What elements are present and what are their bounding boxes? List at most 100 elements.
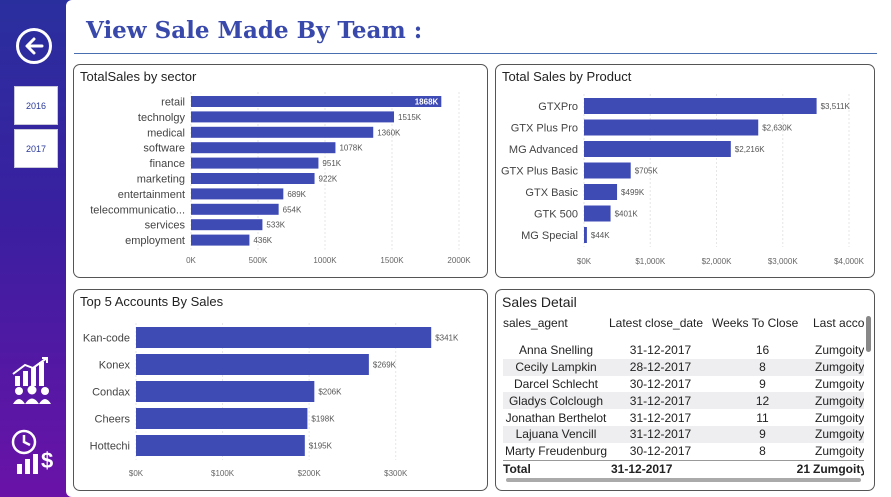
cell-sales-agent: Darcel Schlecht: [513, 376, 599, 391]
data-label: 922K: [319, 175, 338, 184]
category-label: employment: [125, 235, 185, 247]
cell-close-date: 31-12-2017: [629, 393, 692, 408]
table-row[interactable]: Jonathan Berthelot 31-12-2017 11 Zumgoity: [503, 409, 864, 426]
data-label: 436K: [253, 236, 272, 245]
bar: [584, 162, 631, 179]
category-label: marketing: [137, 174, 185, 186]
col-last-account[interactable]: Last acco ▼: [813, 316, 864, 330]
col-last-account-label: Last acco: [813, 316, 864, 330]
data-label: $269K: [373, 361, 397, 370]
category-label: finance: [150, 158, 185, 170]
category-label: services: [145, 220, 186, 232]
cell-account: Zumgoity: [815, 427, 864, 442]
table-row[interactable]: Gladys Colclough 31-12-2017 12 Zumgoity: [503, 392, 864, 410]
year-2017-button[interactable]: 2017: [14, 129, 58, 168]
horizontal-scrollbar[interactable]: [506, 478, 861, 482]
bar: [136, 354, 369, 375]
data-label: 1515K: [398, 113, 422, 122]
sales-time-money-icon[interactable]: $: [11, 428, 55, 481]
table-row[interactable]: Marty Freudenburg 30-12-2017 8 Zumgoity: [503, 443, 864, 460]
cell-close-date: 30-12-2017: [629, 444, 692, 459]
data-label: 1360K: [377, 128, 401, 137]
product-chart: $0K $1,000K $2,000K $3,000K $4,000K GTXPro $3,…: [501, 94, 865, 266]
cell-weeks: 11: [756, 410, 769, 425]
back-arrow-icon[interactable]: [16, 28, 52, 64]
bar: [191, 203, 279, 215]
year-2016-button[interactable]: 2016: [14, 86, 58, 125]
vertical-scrollbar[interactable]: [866, 316, 871, 352]
data-label: 654K: [283, 205, 302, 214]
x-tick-label: $2,000K: [702, 257, 732, 266]
bar: [584, 141, 731, 157]
cell-close-date: 28-12-2017: [629, 360, 692, 375]
table-row[interactable]: Darcel Schlecht 30-12-2017 9 Zumgoity: [503, 376, 864, 393]
bar: [191, 219, 263, 231]
data-label: $206K: [318, 388, 342, 397]
data-label: $705K: [635, 167, 659, 176]
product-chart-card: Total Sales by Product $0K $1,000K $2,000K…: [495, 64, 875, 278]
team-growth-icon[interactable]: [11, 356, 53, 411]
bar: [584, 184, 618, 200]
cell-account: Zumgoity: [815, 360, 864, 375]
data-label: $198K: [311, 415, 335, 424]
accounts-chart-title: Top 5 Accounts By Sales: [80, 294, 224, 309]
category-label: GTX Basic: [525, 187, 578, 199]
cell-weeks: 12: [755, 393, 770, 408]
cell-close-date: 31-12-2017: [629, 410, 692, 425]
table-row[interactable]: Lajuana Vencill 31-12-2017 9 Zumgoity: [503, 425, 864, 443]
col-sales-agent[interactable]: sales_agent: [503, 316, 609, 330]
table-row[interactable]: Cecily Lampkin 28-12-2017 8 Zumgoity: [503, 358, 864, 376]
svg-text:$: $: [41, 448, 53, 473]
table-total-row: Total 31-12-2017 21 Zumgoity: [503, 459, 864, 478]
data-label: $401K: [615, 210, 639, 219]
bar: [191, 126, 374, 138]
x-tick-label: $1,000K: [635, 257, 665, 266]
data-label: $44K: [591, 231, 610, 240]
total-weeks: 21: [796, 462, 810, 477]
x-tick-label: 1500K: [380, 256, 404, 265]
table-row[interactable]: Anna Snelling 31-12-2017 16 Zumgoity: [503, 342, 864, 359]
col-latest-close-date[interactable]: Latest close_date: [609, 316, 712, 330]
category-label: GTK 500: [534, 209, 578, 221]
bar: [191, 96, 442, 107]
cell-account: Zumgoity: [815, 444, 864, 459]
category-label: medical: [147, 127, 185, 139]
title-divider: [74, 53, 877, 54]
cell-account: Zumgoity: [815, 410, 864, 425]
cell-weeks: 8: [759, 360, 766, 375]
x-tick-label: 2000K: [447, 256, 471, 265]
bar: [191, 188, 284, 200]
x-tick-label: $300K: [384, 469, 408, 478]
total-account: Zumgoity: [813, 462, 864, 477]
category-label: GTX Plus Basic: [501, 166, 579, 178]
bar: [136, 381, 315, 402]
data-label: 533K: [266, 221, 285, 230]
table-body: Anna Snelling 31-12-2017 16 Zumgoity Cecily …: [503, 342, 864, 460]
sales-detail-title: Sales Detail: [502, 294, 577, 310]
sort-desc-icon[interactable]: ▼: [815, 329, 823, 330]
category-label: Konex: [99, 360, 131, 372]
x-tick-label: $0K: [577, 257, 592, 266]
page-title: View Sale Made By Team :: [86, 17, 423, 44]
bar: [584, 98, 817, 114]
data-label: $2,216K: [735, 145, 765, 154]
table-header: sales_agent Latest close_date Weeks To C…: [503, 316, 864, 342]
cell-sales-agent: Jonathan Berthelot: [505, 410, 607, 425]
data-label: $195K: [309, 442, 333, 451]
sales-detail-card: Sales Detail sales_agent Latest close_da…: [495, 289, 875, 491]
category-label: MG Special: [521, 230, 578, 242]
sector-chart: 0K 500K 1000K 1500K 2000K retail 1868K technolg…: [90, 92, 471, 265]
category-label: GTXPro: [538, 101, 578, 113]
bar: [584, 227, 587, 243]
col-weeks-to-close[interactable]: Weeks To Close: [712, 316, 813, 330]
category-label: Condax: [92, 387, 130, 399]
category-label: GTX Plus Pro: [511, 123, 578, 135]
sales-detail-table: sales_agent Latest close_date Weeks To C…: [503, 316, 864, 478]
cell-close-date: 30-12-2017: [629, 376, 692, 391]
bar: [136, 327, 432, 348]
sector-chart-card: TotalSales by sector 0K 500K 1000K 1500K 200…: [73, 64, 488, 278]
data-label: $499K: [621, 188, 645, 197]
cell-account: Zumgoity: [815, 376, 864, 391]
cell-weeks: 8: [759, 444, 766, 459]
total-label: Total: [503, 462, 531, 477]
